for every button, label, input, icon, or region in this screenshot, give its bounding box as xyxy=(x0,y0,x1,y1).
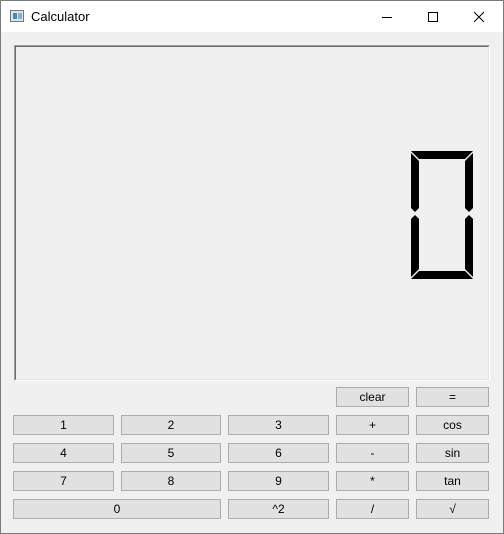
window-title: Calculator xyxy=(31,9,90,24)
plus-button[interactable]: + xyxy=(336,415,409,435)
digit-9-button[interactable]: 9 xyxy=(228,471,329,491)
tan-button[interactable]: tan xyxy=(416,471,489,491)
maximize-icon xyxy=(428,11,438,22)
sin-button[interactable]: sin xyxy=(416,443,489,463)
minimize-icon xyxy=(382,16,392,18)
title-bar[interactable]: Calculator xyxy=(1,1,503,32)
digit-2-button[interactable]: 2 xyxy=(121,415,221,435)
calculator-app-icon xyxy=(10,10,24,22)
square-button[interactable]: ^2 xyxy=(228,499,329,519)
minimize-button[interactable] xyxy=(364,1,410,32)
minus-button[interactable]: - xyxy=(336,443,409,463)
digit-5-button[interactable]: 5 xyxy=(121,443,221,463)
digit-7-button[interactable]: 7 xyxy=(13,471,114,491)
calculator-window: Calculator clear = 1 2 3 + cos 4 5 6 - s… xyxy=(0,0,504,534)
digit-6-button[interactable]: 6 xyxy=(228,443,329,463)
clear-button[interactable]: clear xyxy=(336,387,409,407)
digit-0-button[interactable]: 0 xyxy=(13,499,221,519)
digit-3-button[interactable]: 3 xyxy=(228,415,329,435)
digit-1-button[interactable]: 1 xyxy=(13,415,114,435)
sqrt-button[interactable]: √ xyxy=(416,499,489,519)
lcd-display: 0 xyxy=(14,45,490,381)
digit-8-button[interactable]: 8 xyxy=(121,471,221,491)
equals-button[interactable]: = xyxy=(416,387,489,407)
cos-button[interactable]: cos xyxy=(416,415,489,435)
divide-button[interactable]: / xyxy=(336,499,409,519)
lcd-digit-0: 0 xyxy=(411,151,473,279)
close-icon xyxy=(473,11,485,22)
multiply-button[interactable]: * xyxy=(336,471,409,491)
maximize-button[interactable] xyxy=(410,1,456,32)
digit-4-button[interactable]: 4 xyxy=(13,443,114,463)
close-button[interactable] xyxy=(456,1,502,32)
